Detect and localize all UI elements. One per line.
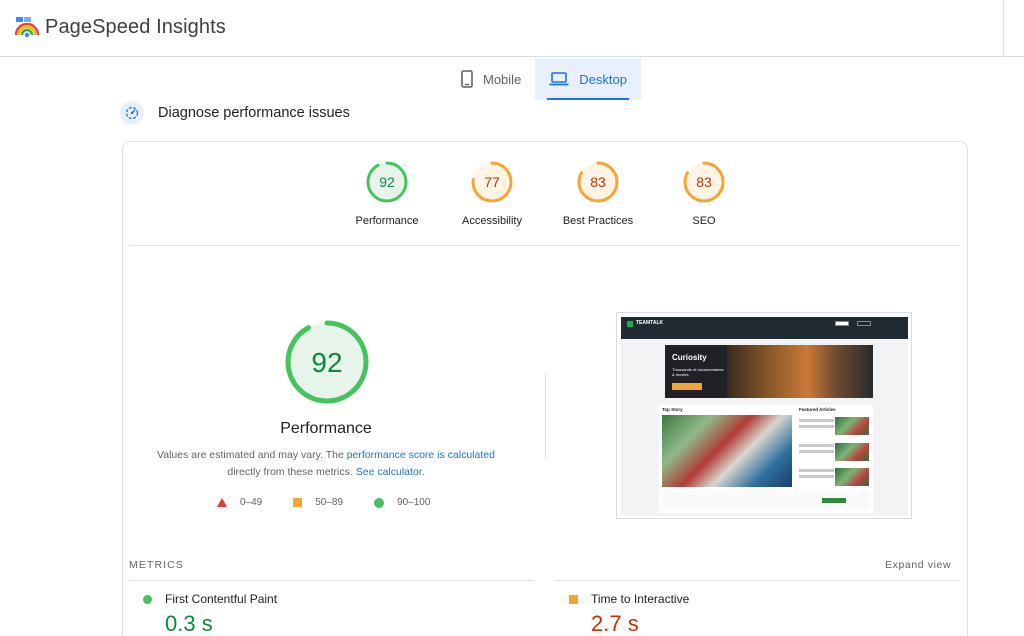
score-ring: 92 [366, 161, 408, 203]
thumb-content: Top Story Featured Articles [659, 405, 873, 513]
legend-label: 0–49 [240, 497, 263, 508]
thumb-ad-text: Thousands of documentaries & movies [672, 367, 724, 377]
desc-text-1: Values are estimated and may vary. The [157, 449, 347, 461]
see-calculator-link[interactable]: See calculator. [356, 466, 425, 478]
vertical-divider [545, 374, 546, 458]
gauge-label: Best Practices [562, 215, 634, 227]
speedometer-icon [120, 101, 144, 125]
tab-mobile[interactable]: Mobile [447, 58, 535, 100]
thumb-ad-title: Curiosity [672, 353, 707, 362]
circle-icon [143, 595, 152, 604]
thumb-top-story: Top Story [662, 407, 683, 412]
desc-text-2: directly from these metrics. [227, 466, 356, 478]
legend-label: 90–100 [397, 497, 431, 508]
score-ring: 83 [577, 161, 619, 203]
score-value: 92 [379, 174, 395, 190]
metrics-divider [129, 580, 534, 581]
circle-icon [374, 497, 385, 508]
square-icon [569, 595, 578, 604]
thumb-navbar: TEAMTALK [621, 317, 908, 344]
thumb-brand: TEAMTALK [636, 320, 664, 326]
thumb-ad-image [727, 345, 873, 398]
thumb-ad-banner: Curiosity Thousands of documentaries & m… [665, 345, 873, 398]
appbar-divider [1003, 0, 1004, 57]
gauge-performance[interactable]: 92 Performance [332, 160, 442, 227]
performance-title: Performance [280, 420, 372, 437]
score-calculated-link[interactable]: performance score is calculated [347, 449, 495, 461]
device-tabs: Mobile Desktop [447, 58, 641, 100]
triangle-icon [217, 498, 227, 507]
section-title: Diagnose performance issues [158, 105, 350, 121]
thumb-footer-button [822, 498, 846, 503]
thumb-logo-icon [627, 321, 633, 327]
tab-mobile-label: Mobile [483, 71, 522, 87]
laptop-icon [549, 72, 569, 86]
performance-description: Values are estimated and may vary. The p… [151, 447, 501, 481]
thumb-body: Curiosity Thousands of documentaries & m… [621, 339, 908, 516]
diagnose-header: Diagnose performance issues [120, 101, 350, 125]
expand-view-button[interactable]: Expand view [885, 559, 951, 571]
thumb-story-photo [662, 415, 792, 487]
app-title[interactable]: PageSpeed Insights [45, 16, 226, 39]
score-value: 77 [484, 174, 500, 190]
app-bar: PageSpeed Insights [0, 0, 1024, 57]
legend-label: 50–89 [315, 497, 344, 508]
metric-value: 0.3 s [165, 611, 213, 636]
metric-value: 2.7 s [591, 611, 639, 636]
score-ring: 83 [683, 161, 725, 203]
performance-score-gauge: 92 [285, 320, 369, 404]
score-value: 83 [696, 174, 712, 190]
square-icon [293, 498, 303, 507]
thumb-login-button [857, 321, 871, 326]
score-value: 83 [590, 174, 606, 190]
thumb-signin-button [835, 321, 849, 326]
thumb-article-image [835, 468, 869, 486]
gauge-label: Performance [355, 215, 419, 227]
gauge-best-practices[interactable]: 83 Best Practices [543, 160, 653, 227]
metric-name: Time to Interactive [591, 592, 690, 606]
gauge-seo[interactable]: 83 SEO [649, 160, 759, 227]
gauges-divider [130, 245, 960, 246]
thumb-article-image [835, 443, 869, 461]
gauge-label: SEO [692, 215, 716, 227]
metrics-divider [555, 580, 960, 581]
gauge-accessibility[interactable]: 77 Accessibility [437, 160, 547, 227]
legend-average: 50–89 [293, 497, 343, 508]
metrics-heading: METRICS [129, 559, 184, 571]
legend-good: 90–100 [374, 497, 430, 508]
page-screenshot[interactable]: TEAMTALK Curiosity Thousands of document… [616, 312, 912, 519]
report-card: 92 Performance 77 Accessibility 83 Best … [122, 141, 968, 636]
category-gauges: 92 Performance 77 Accessibility 83 Best … [123, 142, 967, 245]
score-ring: 77 [471, 161, 513, 203]
tab-desktop-label: Desktop [579, 71, 627, 87]
thumb-article-image [835, 417, 869, 435]
performance-score-value: 92 [311, 347, 342, 378]
phone-icon [461, 70, 473, 88]
metric-name: First Contentful Paint [165, 592, 278, 606]
tab-desktop[interactable]: Desktop [535, 58, 641, 100]
thumb-featured: Featured Articles [799, 407, 836, 412]
thumb-ad-button [672, 383, 702, 390]
score-legend: 0–49 50–89 90–100 [217, 497, 461, 508]
pagespeed-logo-icon[interactable] [14, 15, 40, 41]
legend-poor: 0–49 [217, 497, 262, 508]
gauge-label: Accessibility [462, 215, 522, 227]
thumb-nav-links [626, 331, 811, 344]
